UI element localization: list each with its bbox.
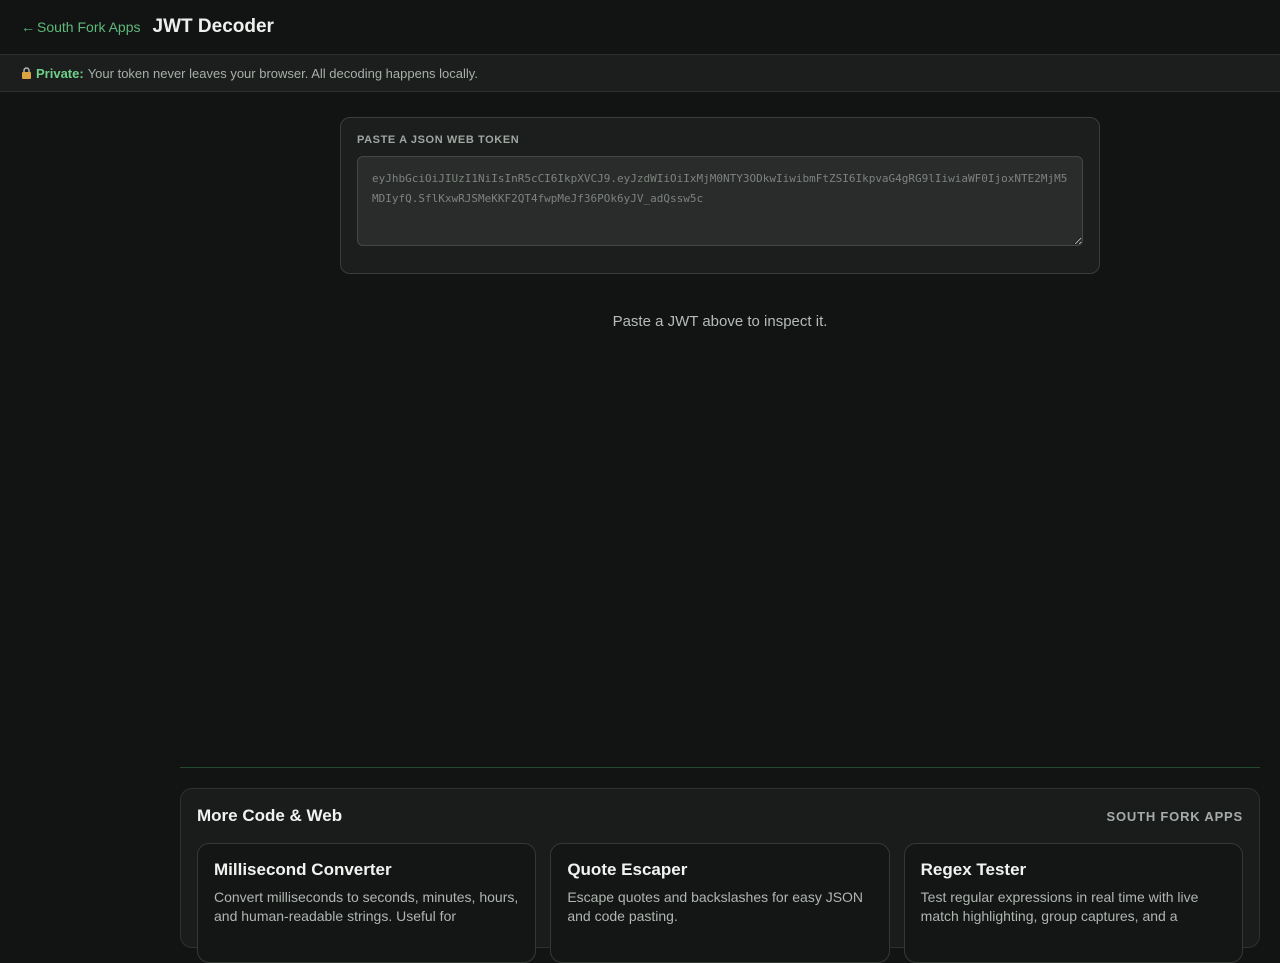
brand-label: SOUTH FORK APPS [1106,808,1243,824]
back-arrow-icon: ← [21,19,35,35]
privacy-banner: Private: Your token never leaves your br… [0,55,1280,92]
privacy-label: Private: [36,65,84,81]
more-apps-title: More Code & Web [197,806,343,825]
app-card-description: Test regular expressions in real time wi… [920,889,1199,924]
back-to-south-fork-apps-link[interactable]: ← South Fork Apps [21,19,141,35]
top-bar: ← South Fork Apps JWT Decoder [0,0,1280,55]
app-card-title: Quote Escaper [567,860,688,879]
app-card-quote-escaper[interactable]: Quote Escaper Escape quotes and backslas… [550,843,890,963]
app-card-title: Regex Tester [920,860,1027,879]
app-card-millisecond-converter[interactable]: Millisecond Converter Convert millisecon… [197,843,537,963]
app-card-description: Escape quotes and backslashes for easy J… [567,889,864,924]
app-cards: Millisecond Converter Convert millisecon… [197,843,1243,963]
more-apps-panel: More Code & Web SOUTH FORK APPS Millisec… [180,788,1260,963]
empty-state-message: Paste a JWT above to inspect it. [612,313,828,330]
app-card-regex-tester[interactable]: Regex Tester Test regular expressions in… [903,843,1243,963]
token-input-card: PASTE A JSON WEB TOKEN [340,117,1100,274]
section-divider [180,767,1260,768]
lock-icon [22,67,31,79]
more-apps-header: More Code & Web SOUTH FORK APPS [197,806,1243,826]
jwt-token-input[interactable] [357,156,1083,246]
privacy-message: Your token never leaves your browser. Al… [87,65,478,81]
app-card-description: Convert milliseconds to seconds, minutes… [214,889,519,924]
back-link-label: South Fork Apps [37,19,141,35]
app-card-title: Millisecond Converter [214,860,392,879]
token-input-label: PASTE A JSON WEB TOKEN [357,134,520,146]
page-title: JWT Decoder [152,16,274,37]
